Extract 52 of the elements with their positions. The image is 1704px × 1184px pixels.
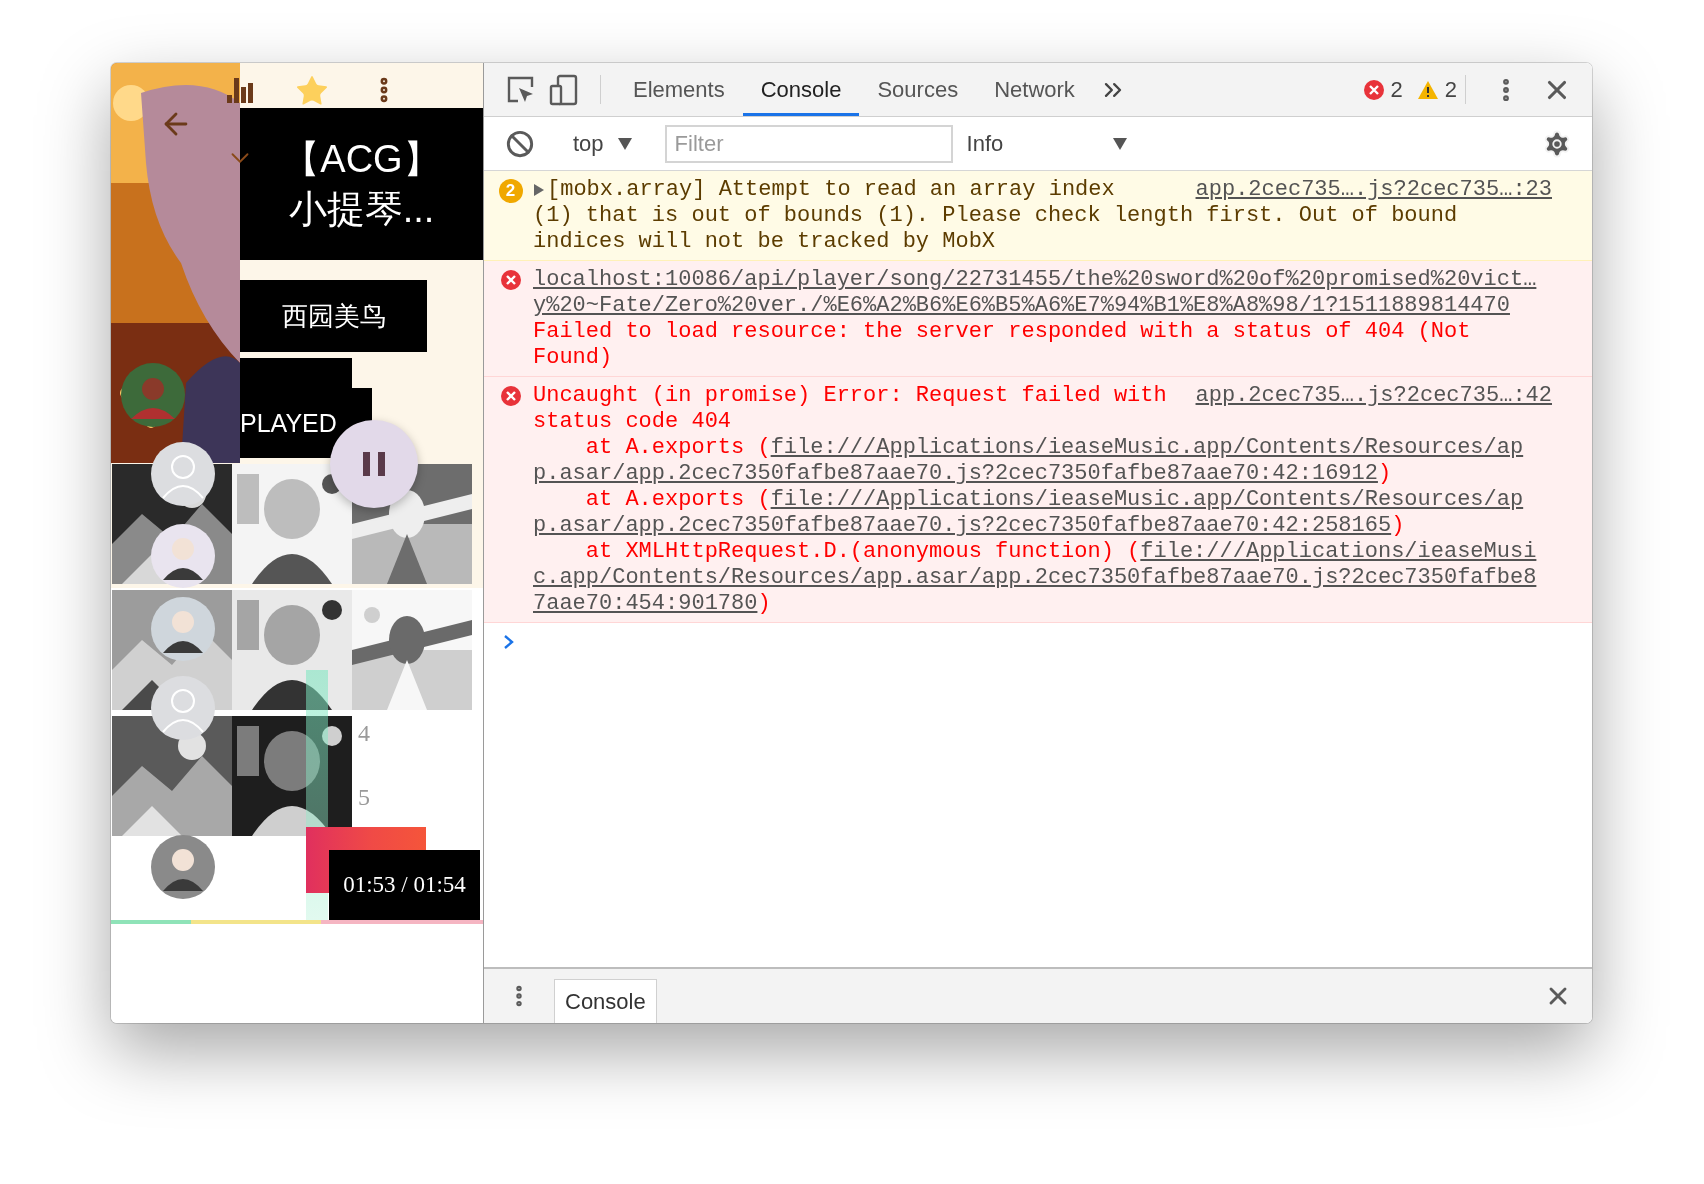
stack-link[interactable]: file:///Applications/ieaseMusic.app/Contents/Resources/ap: [770, 487, 1524, 513]
stack-link[interactable]: y%20~Fate/Zero%20ver./%E6%A2%B6%E6%B5%A6%E7%94%B1%E8%A8%98/1?1511889814470: [533, 293, 1510, 319]
message-text: indices will not be tracked by MobX: [533, 229, 996, 255]
track-number: 4: [358, 720, 370, 746]
message-text: (1) that is out of bounds (1). Please check length first. Out of bound: [533, 203, 1458, 229]
devtools-tab[interactable]: Elements: [615, 63, 743, 116]
pause-icon: [361, 449, 387, 479]
message-text: ): [1391, 513, 1405, 539]
context-select[interactable]: top: [569, 130, 636, 157]
track-number: 5: [358, 784, 370, 810]
caret-icon: [617, 137, 632, 150]
stack-link[interactable]: file:///Applications/ieaseMusi: [1140, 539, 1537, 565]
song-title: 【ACG】: [282, 137, 441, 182]
avatar: [151, 835, 215, 899]
stack-link[interactable]: c.app/Contents/Resources/app.asar/app.2cec7350fafbe87aae70.js?2cec7350fafbe8: [533, 565, 1537, 591]
message-text: at A.exports (: [584, 487, 771, 513]
message-text: ): [1377, 461, 1392, 487]
message-text: Found): [533, 345, 613, 371]
message-text: ): [757, 591, 771, 617]
source-link[interactable]: app.2cec735….js?2cec735…:42: [1195, 383, 1552, 409]
devtools-tab[interactable]: Network: [976, 63, 1093, 116]
message-text: [mobx.array] Attempt to read an array index: [547, 177, 1115, 203]
stack-link[interactable]: file:///Applications/ieaseMusic.app/Contents/Resources/ap: [770, 435, 1524, 461]
message-text: status code 404: [533, 409, 732, 435]
drawer-tab[interactable]: Console: [554, 979, 657, 1023]
avatar: [151, 597, 215, 661]
stack-link[interactable]: p.asar/app.2cec7350fafbe87aae70.js?2cec7350fafbe87aae70:42:258165: [533, 513, 1392, 539]
prompt-chevron-icon: [502, 633, 516, 651]
stack-link[interactable]: localhost:10086/api/player/song/22731455/the%20sword%20of%20promised%20vict…: [533, 267, 1537, 293]
filter-field[interactable]: Filter: [664, 124, 953, 163]
stack-link[interactable]: 7aae70:454:901780: [533, 591, 758, 617]
error-icon: [499, 385, 522, 407]
playback-time: 01:53 / 01:54: [329, 850, 480, 920]
message-text: Uncaught (in promise) Error: Request failed with: [533, 383, 1167, 409]
caret-icon: [1112, 137, 1127, 150]
level-select[interactable]: Info: [966, 130, 1127, 157]
stack-link[interactable]: p.asar/app.2cec7350fafbe87aae70.js?2cec7350fafbe87aae70:42:16912: [533, 461, 1378, 487]
error-count: 2: [1390, 75, 1403, 104]
avatar: [151, 676, 215, 740]
avatar: [151, 524, 215, 588]
song-title: 小提琴...: [288, 187, 435, 232]
devtools-tab[interactable]: Sources: [859, 63, 977, 116]
artist-name: 西园美鸟: [240, 280, 427, 352]
message-text: Failed to load resource: the server responded with a status of 404 (Not: [533, 319, 1471, 345]
expand-triangle-icon[interactable]: [533, 183, 545, 197]
repeat-count: 2: [498, 179, 523, 203]
message-text: at A.exports (: [584, 435, 771, 461]
devtools-tab[interactable]: Console: [742, 63, 860, 116]
warning-count: 2: [1444, 75, 1457, 104]
error-icon: [499, 269, 522, 291]
message-text: at XMLHttpRequest.D.(anonymous function) (: [584, 539, 1141, 565]
source-link[interactable]: app.2cec735….js?2cec735…:23: [1195, 177, 1552, 203]
